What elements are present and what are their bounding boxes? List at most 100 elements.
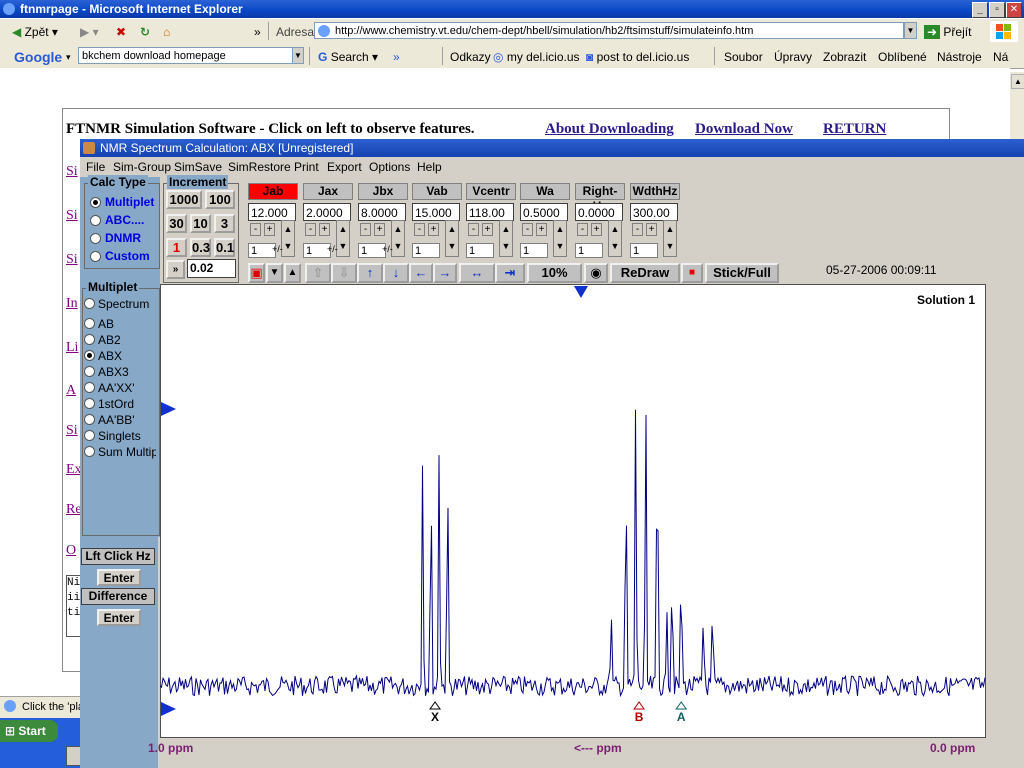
post-delicious-link[interactable]: ◙ post to del.icio.us (586, 48, 689, 66)
increment-0.3-button[interactable]: 0.3 (190, 238, 211, 257)
increment-icon[interactable]: + (264, 223, 275, 236)
google-search-dropdown-icon[interactable]: ▼ (292, 47, 304, 64)
increment-10-button[interactable]: 10 (190, 214, 211, 233)
address-dropdown-icon[interactable]: ▼ (904, 22, 917, 39)
increment-3-button[interactable]: 3 (214, 214, 235, 233)
shift-right-icon[interactable]: → (433, 263, 457, 283)
shift-down-icon[interactable]: ↓ (383, 263, 409, 283)
up-down-arrows-icon[interactable]: ▲ ▼ (608, 220, 622, 257)
param-label[interactable]: WdthHz (630, 183, 680, 200)
stop-icon[interactable]: ✖ (116, 23, 126, 41)
up-down-arrows-icon[interactable]: ▲ ▼ (663, 220, 677, 257)
param-count[interactable]: 1 (630, 243, 658, 258)
multiplet-radio[interactable] (84, 366, 95, 377)
close-button[interactable]: ✕ (1006, 2, 1022, 18)
left-nav-link[interactable]: Si (66, 208, 80, 224)
menu-upravy[interactable]: Úpravy (774, 48, 812, 66)
links-label[interactable]: Odkazy (450, 48, 491, 66)
shift-up-icon[interactable]: ↑ (357, 263, 383, 283)
lower-level-marker-icon[interactable] (161, 702, 176, 716)
decrement-icon[interactable]: - (577, 223, 588, 236)
about-downloading-link[interactable]: About Downloading (545, 121, 674, 138)
increment-icon[interactable]: + (536, 223, 547, 236)
spectrum-svg[interactable]: XBA (160, 284, 986, 738)
shift-down-grey-icon[interactable]: ⇩ (331, 263, 357, 283)
left-nav-link[interactable]: Si (66, 423, 80, 439)
increment-icon[interactable]: + (374, 223, 385, 236)
param-label[interactable]: Vab (412, 183, 462, 200)
up-down-arrows-icon[interactable]: ▲ ▼ (499, 220, 513, 257)
toolbar-chevron-icon[interactable]: » (254, 23, 261, 41)
start-button[interactable]: ⊞ Start (0, 720, 58, 742)
up-down-arrows-icon[interactable]: ▲ ▼ (336, 220, 350, 257)
enter-difference-button[interactable]: Enter (97, 609, 141, 626)
param-value[interactable]: 8.0000 (358, 203, 406, 221)
left-nav-link[interactable]: Ex (66, 462, 80, 478)
multiplet-radio[interactable] (84, 350, 95, 361)
delicious-link[interactable]: ◎ my del.icio.us (493, 48, 580, 66)
param-value[interactable]: 12.000 (248, 203, 296, 221)
increment-1000-button[interactable]: 1000 (166, 190, 202, 209)
param-count[interactable]: 1 (412, 243, 440, 258)
menu-print[interactable]: Print (294, 160, 319, 174)
dropdown-icon[interactable]: ▼ (266, 263, 283, 283)
menu-oblibene[interactable]: Oblíbené (878, 48, 927, 66)
menu-simsave[interactable]: SimSave (174, 160, 222, 174)
param-label[interactable]: Jbx (358, 183, 408, 200)
left-nav-link[interactable]: Li (66, 340, 80, 356)
menu-sim-group[interactable]: Sim-Group (113, 160, 171, 174)
decrement-icon[interactable]: - (250, 223, 261, 236)
menu-help[interactable]: Help (417, 160, 442, 174)
plus-minus-button[interactable]: +/- (382, 244, 393, 254)
decrement-icon[interactable]: - (305, 223, 316, 236)
enter-hz-button[interactable]: Enter (97, 569, 141, 586)
expand-icon[interactable]: ↔ (459, 263, 495, 283)
menu-nastroje[interactable]: Nástroje (937, 48, 982, 66)
back-button[interactable]: ◀ Zpět ▾ (12, 23, 58, 41)
multiplet-radio[interactable] (84, 382, 95, 393)
shift-up-grey-icon[interactable]: ⇧ (305, 263, 331, 283)
param-value[interactable]: 0.5000 (520, 203, 568, 221)
calc-dnmr-radio[interactable] (90, 233, 101, 244)
menu-zobrazit[interactable]: Zobrazit (823, 48, 866, 66)
up-down-arrows-icon[interactable]: ▲ ▼ (553, 220, 567, 257)
increment-30-button[interactable]: 30 (166, 214, 187, 233)
increment-icon[interactable]: + (591, 223, 602, 236)
stick-full-button[interactable]: Stick/Full (705, 263, 779, 283)
menu-export[interactable]: Export (327, 160, 362, 174)
multiplet-radio[interactable] (84, 446, 95, 457)
param-count[interactable]: 1 (575, 243, 603, 258)
spectrum-plot[interactable]: XBA (160, 284, 986, 738)
menu-options[interactable]: Options (369, 160, 410, 174)
param-value[interactable]: 15.000 (412, 203, 460, 221)
fast-forward-icon[interactable]: » (166, 260, 185, 279)
increment-0.1-button[interactable]: 0.1 (214, 238, 235, 257)
increment-icon[interactable]: + (646, 223, 657, 236)
up-down-arrows-icon[interactable]: ▲ ▼ (391, 220, 405, 257)
decrement-icon[interactable]: - (522, 223, 533, 236)
redraw-button[interactable]: ReDraw (610, 263, 680, 283)
left-nav-link[interactable]: Re (66, 502, 80, 518)
multiplet-radio[interactable] (84, 334, 95, 345)
calc-abc-radio[interactable] (90, 215, 101, 226)
multiplet-radio[interactable] (84, 398, 95, 409)
decrement-icon[interactable]: - (632, 223, 643, 236)
up-down-arrows-icon[interactable]: ▲ ▼ (445, 220, 459, 257)
address-input[interactable]: http://www.chemistry.vt.edu/chem-dept/hb… (314, 22, 904, 39)
forward-button[interactable]: ▶ ▾ (80, 23, 99, 41)
go-button[interactable]: ➜ Přejít (924, 23, 971, 41)
param-label[interactable]: Right-Hz (575, 183, 625, 213)
increment-icon[interactable]: + (482, 223, 493, 236)
param-value[interactable]: 118.00 (466, 203, 514, 221)
up-icon[interactable]: ▲ (284, 263, 301, 283)
decrement-icon[interactable]: - (468, 223, 479, 236)
google-search-input[interactable]: bkchem download homepage (78, 47, 293, 64)
home-icon[interactable]: ⌂ (163, 23, 170, 41)
multiplet-radio[interactable] (84, 318, 95, 329)
stop-square-icon[interactable]: ■ (681, 263, 703, 283)
top-cursor-marker-icon[interactable] (574, 286, 588, 298)
increment-value[interactable]: 0.02 (187, 259, 236, 278)
scroll-up-icon[interactable]: ▲ (1011, 74, 1024, 89)
peak-marker-x-icon[interactable] (429, 701, 442, 710)
param-count[interactable]: 1 (520, 243, 548, 258)
